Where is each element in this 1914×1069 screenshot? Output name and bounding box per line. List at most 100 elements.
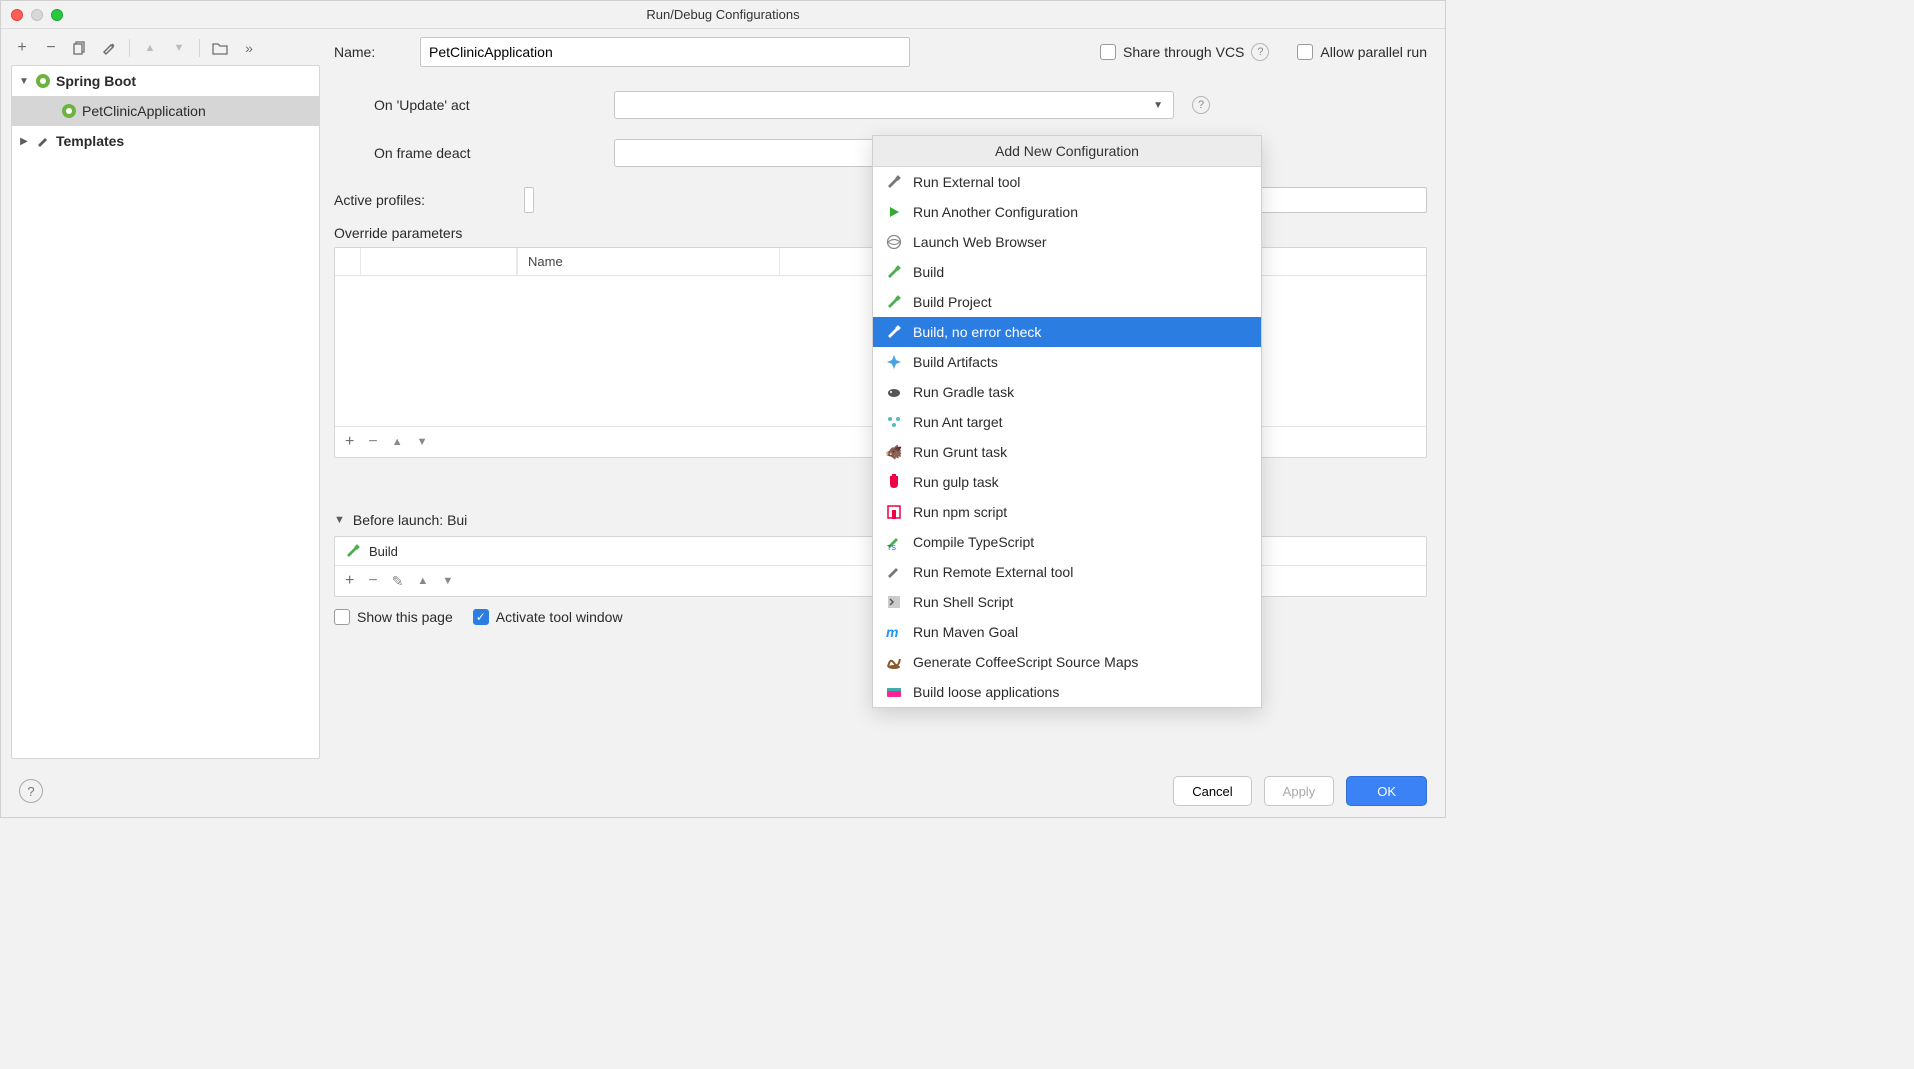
- popup-item[interactable]: Run External tool: [873, 167, 1261, 197]
- chevron-right-icon[interactable]: ▶: [18, 136, 30, 147]
- popup-item[interactable]: Launch Web Browser: [873, 227, 1261, 257]
- popup-item-icon: [885, 263, 903, 281]
- popup-item[interactable]: TS Compile TypeScript: [873, 527, 1261, 557]
- settings-icon[interactable]: [100, 39, 118, 57]
- maximize-window-icon[interactable]: [51, 9, 63, 21]
- activate-tool-checkbox[interactable]: ✓ Activate tool window: [473, 609, 623, 625]
- minimize-window-icon[interactable]: [31, 9, 43, 21]
- popup-item[interactable]: Build Artifacts: [873, 347, 1261, 377]
- popup-item-icon: [885, 593, 903, 611]
- popup-item[interactable]: mRun Maven Goal: [873, 617, 1261, 647]
- share-vcs-label: Share through VCS: [1123, 44, 1244, 60]
- help-icon[interactable]: ?: [1192, 96, 1210, 114]
- task-up-icon[interactable]: ▲: [417, 575, 428, 587]
- folder-icon[interactable]: [211, 39, 229, 57]
- popup-item-icon: [885, 503, 903, 521]
- popup-item[interactable]: Run Another Configuration: [873, 197, 1261, 227]
- add-row-icon[interactable]: +: [345, 433, 354, 451]
- popup-title: Add New Configuration: [873, 136, 1261, 167]
- popup-item[interactable]: Run Ant target: [873, 407, 1261, 437]
- add-config-icon[interactable]: +: [13, 39, 31, 57]
- svg-text:TS: TS: [887, 545, 896, 550]
- popup-item[interactable]: Build loose applications: [873, 677, 1261, 707]
- popup-item[interactable]: Run npm script: [873, 497, 1261, 527]
- popup-item-icon: [885, 683, 903, 701]
- popup-item-icon: [885, 473, 903, 491]
- task-down-icon[interactable]: ▼: [442, 575, 453, 587]
- popup-item-icon: m: [885, 623, 903, 641]
- cancel-button[interactable]: Cancel: [1173, 776, 1251, 806]
- popup-item-icon: [885, 233, 903, 251]
- dialog-footer: ? Cancel Apply OK: [1, 765, 1445, 817]
- help-button[interactable]: ?: [19, 779, 43, 803]
- apply-button[interactable]: Apply: [1264, 776, 1335, 806]
- share-vcs-checkbox[interactable]: Share through VCS ?: [1100, 43, 1269, 61]
- popup-item-icon: TS: [885, 533, 903, 551]
- table-header-name-left: [361, 248, 517, 275]
- tree-toolbar: + − ▲ ▼ »: [11, 35, 320, 65]
- popup-item-label: Build Artifacts: [913, 354, 998, 370]
- move-down-icon[interactable]: ▼: [170, 39, 188, 57]
- copy-config-icon[interactable]: [71, 39, 89, 57]
- popup-item-label: Run gulp task: [913, 474, 999, 490]
- popup-item-icon: [885, 203, 903, 221]
- edit-task-icon[interactable]: ✎: [392, 573, 404, 590]
- active-profiles-input-left[interactable]: [524, 187, 534, 213]
- show-page-checkbox[interactable]: Show this page: [334, 609, 453, 625]
- help-icon[interactable]: ?: [1251, 43, 1269, 61]
- popup-item-icon: [885, 653, 903, 671]
- tree-node-spring-boot[interactable]: ▼ Spring Boot: [12, 66, 319, 96]
- popup-item[interactable]: Build Project: [873, 287, 1261, 317]
- popup-item[interactable]: Run Remote External tool: [873, 557, 1261, 587]
- tree-node-templates[interactable]: ▶ Templates: [12, 126, 319, 156]
- hammer-icon: [345, 543, 361, 559]
- remove-task-icon[interactable]: −: [368, 572, 377, 590]
- name-input[interactable]: [420, 37, 910, 67]
- spring-boot-icon: [34, 72, 52, 90]
- popup-list: Run External tool Run Another Configurati…: [873, 167, 1261, 707]
- move-up-icon[interactable]: ▲: [141, 39, 159, 57]
- add-config-popup: Add New Configuration Run External toolR…: [872, 135, 1262, 708]
- popup-item[interactable]: Run Shell Script: [873, 587, 1261, 617]
- right-pane: Name: Share through VCS ? Allow parallel…: [326, 29, 1445, 765]
- spring-leaf-icon: [60, 102, 78, 120]
- allow-parallel-checkbox[interactable]: Allow parallel run: [1297, 44, 1427, 60]
- popup-item-icon: 🐗: [885, 443, 903, 461]
- svg-text:m: m: [886, 625, 898, 639]
- popup-item[interactable]: 🐗Run Grunt task: [873, 437, 1261, 467]
- popup-item-label: Run Another Configuration: [913, 204, 1078, 220]
- ok-button[interactable]: OK: [1346, 776, 1427, 806]
- popup-item-icon: [885, 383, 903, 401]
- allow-parallel-label: Allow parallel run: [1320, 44, 1427, 60]
- tree-label-petclinic: PetClinicApplication: [82, 103, 206, 119]
- window-controls: [11, 9, 63, 21]
- chevron-down-icon: ▼: [1153, 100, 1163, 111]
- popup-item-label: Run npm script: [913, 504, 1007, 520]
- more-icon[interactable]: »: [240, 39, 258, 57]
- popup-item[interactable]: Run Gradle task: [873, 377, 1261, 407]
- popup-item[interactable]: Build, no error check: [873, 317, 1261, 347]
- row-down-icon[interactable]: ▼: [417, 436, 428, 448]
- left-pane: + − ▲ ▼ » ▼: [1, 29, 326, 765]
- remove-row-icon[interactable]: −: [368, 433, 377, 451]
- remove-config-icon[interactable]: −: [42, 39, 60, 57]
- add-task-icon[interactable]: +: [345, 572, 354, 590]
- popup-item-icon: [885, 293, 903, 311]
- templates-icon: [34, 132, 52, 150]
- on-update-select[interactable]: ▼: [614, 91, 1174, 119]
- popup-item[interactable]: Run gulp task: [873, 467, 1261, 497]
- on-frame-label: On frame deact: [374, 145, 614, 161]
- chevron-down-icon[interactable]: ▼: [18, 76, 30, 87]
- popup-item[interactable]: Build: [873, 257, 1261, 287]
- tree-node-petclinic[interactable]: PetClinicApplication: [12, 96, 319, 126]
- config-tree[interactable]: ▼ Spring Boot PetClinicApplication ▶: [11, 65, 320, 759]
- activate-tool-label: Activate tool window: [496, 609, 623, 625]
- popup-item-label: Compile TypeScript: [913, 534, 1034, 550]
- close-window-icon[interactable]: [11, 9, 23, 21]
- row-up-icon[interactable]: ▲: [392, 436, 403, 448]
- popup-item[interactable]: Generate CoffeeScript Source Maps: [873, 647, 1261, 677]
- chevron-down-icon[interactable]: ▼: [334, 514, 345, 526]
- show-page-label: Show this page: [357, 609, 453, 625]
- before-launch-label: Before launch: Bui: [353, 512, 467, 528]
- popup-item-label: Generate CoffeeScript Source Maps: [913, 654, 1138, 670]
